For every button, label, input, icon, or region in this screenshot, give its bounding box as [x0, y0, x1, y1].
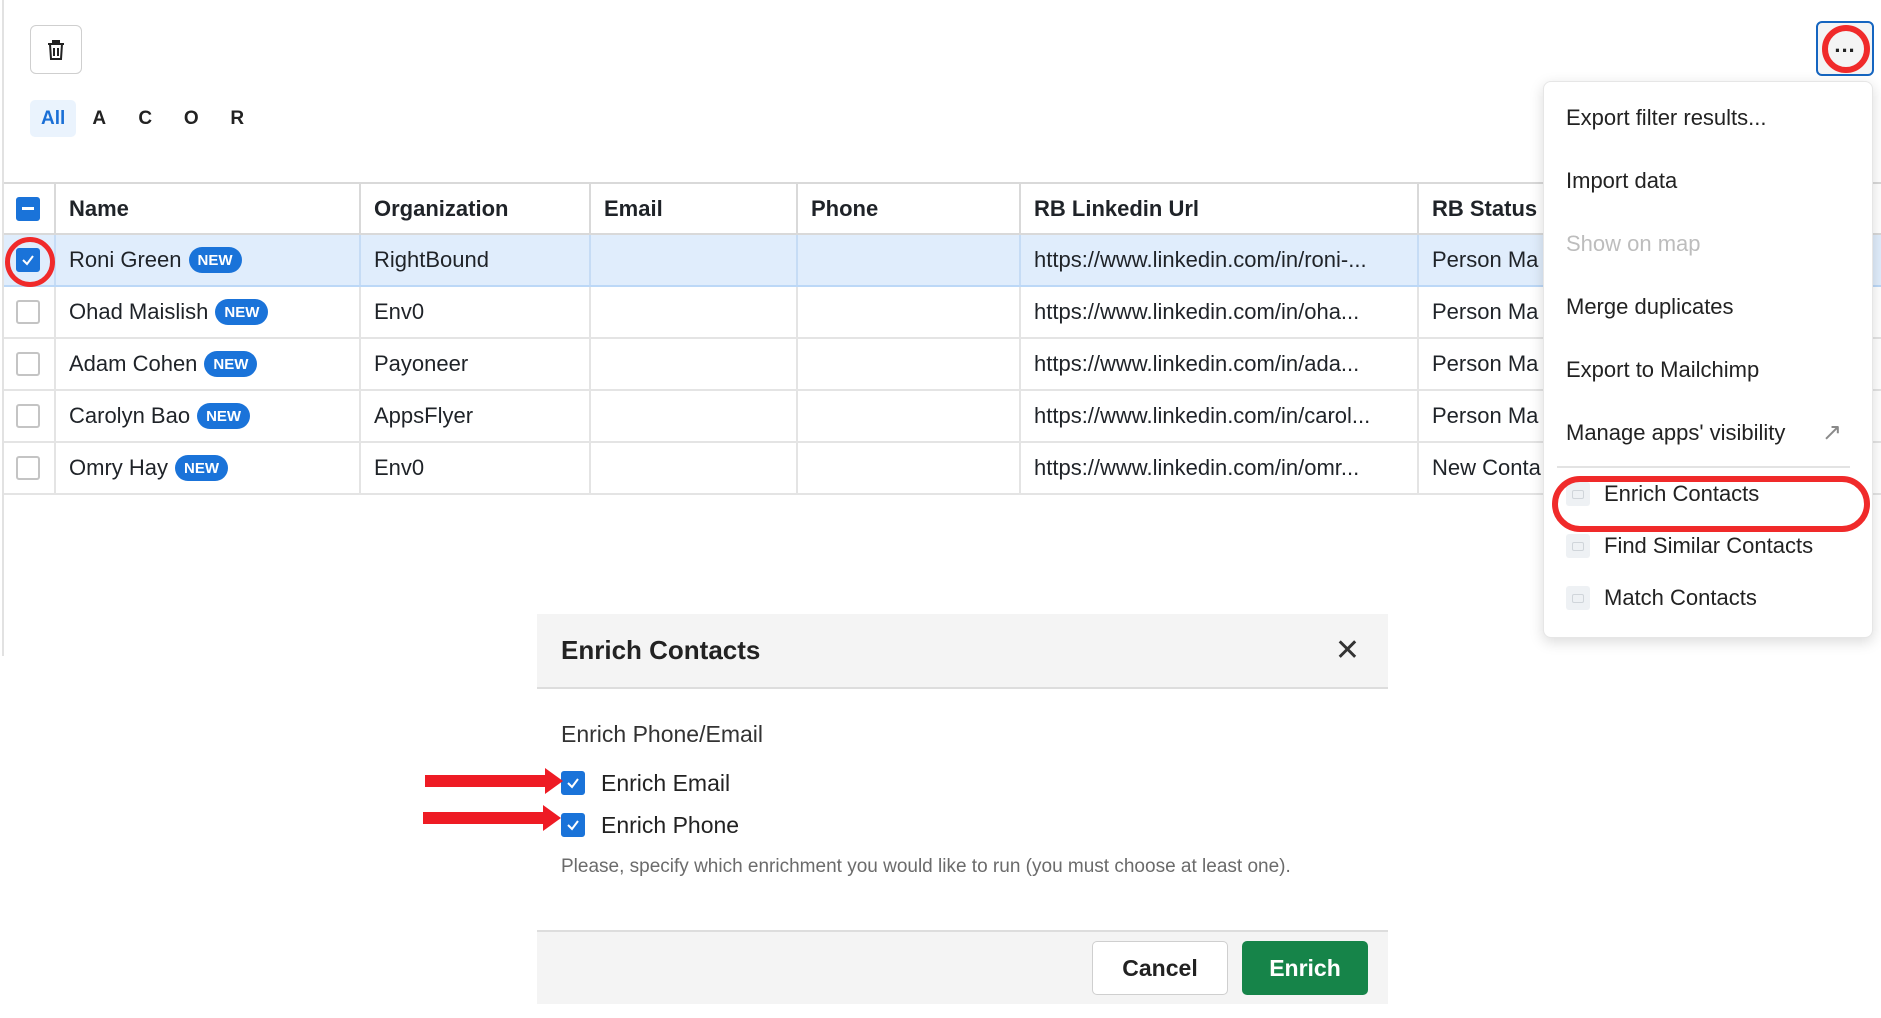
- app-icon: [1566, 534, 1590, 558]
- more-actions-menu: Export filter results... Import data Sho…: [1543, 81, 1873, 638]
- letter-filter-a[interactable]: A: [76, 100, 122, 137]
- dialog-header: Enrich Contacts ✕: [537, 614, 1388, 689]
- menu-item-label: Match Contacts: [1604, 585, 1757, 610]
- menu-item-show-on-map: Show on map: [1566, 230, 1701, 256]
- contact-phone: [798, 391, 1021, 441]
- new-badge: NEW: [188, 247, 242, 273]
- annotation-arrow: [425, 768, 563, 794]
- contact-linkedin-url[interactable]: https://www.linkedin.com/in/ada...: [1021, 339, 1419, 389]
- letter-filter-r[interactable]: R: [214, 100, 260, 137]
- contact-organization: Env0: [361, 443, 591, 493]
- new-badge: NEW: [204, 351, 258, 377]
- select-all-checkbox[interactable]: [16, 196, 40, 221]
- dialog-footer: Cancel Enrich: [537, 930, 1388, 1004]
- row-checkbox[interactable]: [16, 300, 40, 324]
- letter-filter-c[interactable]: C: [122, 100, 168, 137]
- contact-phone: [798, 339, 1021, 389]
- contact-phone: [798, 287, 1021, 337]
- enrich-button[interactable]: Enrich: [1242, 941, 1368, 995]
- checkmark-icon: [567, 820, 579, 831]
- contact-email: [591, 443, 798, 493]
- more-actions-button[interactable]: ...: [1816, 21, 1874, 76]
- trash-icon: [48, 39, 64, 60]
- column-header-linkedin-url[interactable]: RB Linkedin Url: [1021, 184, 1419, 233]
- row-checkbox[interactable]: [16, 248, 40, 272]
- contact-name[interactable]: Roni Green: [69, 247, 182, 273]
- enrich-phone-option[interactable]: Enrich Phone: [561, 804, 1364, 846]
- menu-item-import-data[interactable]: Import data: [1544, 149, 1872, 212]
- contact-email: [591, 287, 798, 337]
- dialog-title: Enrich Contacts: [561, 635, 761, 665]
- contact-email: [591, 339, 798, 389]
- contact-organization: Payoneer: [361, 339, 591, 389]
- menu-item-manage-apps-visibility[interactable]: Manage apps' visibility ↗: [1544, 401, 1872, 464]
- menu-item-find-similar-contacts[interactable]: Find Similar Contacts: [1544, 520, 1872, 572]
- cancel-button[interactable]: Cancel: [1092, 941, 1228, 995]
- option-label: Enrich Email: [601, 769, 731, 796]
- menu-item-label: Manage apps' visibility: [1566, 419, 1786, 445]
- letter-filter-all[interactable]: All: [30, 100, 77, 137]
- column-header-phone[interactable]: Phone: [798, 184, 1021, 233]
- new-badge: NEW: [175, 455, 228, 481]
- contact-organization: AppsFlyer: [361, 391, 591, 441]
- new-badge: NEW: [215, 299, 269, 325]
- contact-phone: [798, 235, 1021, 285]
- contact-linkedin-url[interactable]: https://www.linkedin.com/in/carol...: [1021, 391, 1419, 441]
- column-header-name[interactable]: Name: [56, 184, 361, 233]
- contact-name[interactable]: Omry Hay: [69, 455, 168, 481]
- dialog-hint: Please, specify which enrichment you wou…: [561, 856, 1291, 877]
- contact-linkedin-url[interactable]: https://www.linkedin.com/in/omr...: [1021, 443, 1419, 493]
- contact-phone: [798, 443, 1021, 493]
- menu-item-merge-duplicates[interactable]: Merge duplicates: [1544, 275, 1872, 338]
- external-arrow-icon: ↗: [1821, 419, 1842, 446]
- contact-name[interactable]: Adam Cohen: [69, 351, 197, 377]
- letter-filter-o[interactable]: O: [168, 100, 214, 137]
- new-badge: NEW: [197, 403, 251, 429]
- checkmark-icon: [567, 778, 579, 789]
- enrich-contacts-dialog: Enrich Contacts ✕ Enrich Phone/Email Enr…: [537, 614, 1388, 1004]
- checkmark-icon: [22, 255, 34, 266]
- delete-button[interactable]: [30, 25, 82, 74]
- enrich-email-checkbox[interactable]: [561, 771, 585, 795]
- row-checkbox[interactable]: [16, 404, 40, 428]
- menu-item-export-to-mailchimp[interactable]: Export to Mailchimp: [1544, 338, 1872, 401]
- menu-item-enrich-contacts[interactable]: Enrich Contacts: [1544, 468, 1872, 520]
- contact-name[interactable]: Ohad Maislish: [69, 299, 208, 325]
- menu-item-export-filter-results[interactable]: Export filter results...: [1544, 86, 1872, 149]
- dialog-body: Enrich Phone/Email Enrich Email Enrich P…: [537, 689, 1388, 882]
- menu-item-label: Enrich Contacts: [1604, 481, 1760, 506]
- annotation-arrow: [423, 805, 561, 831]
- letter-filter: All A C O R: [30, 100, 260, 137]
- contact-organization: RightBound: [361, 235, 591, 285]
- contact-name[interactable]: Carolyn Bao: [69, 403, 190, 429]
- contact-email: [591, 235, 798, 285]
- contact-linkedin-url[interactable]: https://www.linkedin.com/in/roni-...: [1021, 235, 1419, 285]
- row-checkbox[interactable]: [16, 456, 40, 480]
- menu-item-match-contacts[interactable]: Match Contacts: [1544, 572, 1872, 624]
- enrich-phone-checkbox[interactable]: [561, 813, 585, 837]
- close-icon[interactable]: ✕: [1335, 635, 1360, 666]
- section-label: Enrich Phone/Email: [561, 721, 763, 747]
- ellipsis-icon: ...: [1834, 31, 1856, 57]
- row-checkbox[interactable]: [16, 352, 40, 376]
- app-icon: [1566, 586, 1590, 610]
- enrich-email-option[interactable]: Enrich Email: [561, 762, 1364, 804]
- contact-organization: Env0: [361, 287, 591, 337]
- option-label: Enrich Phone: [601, 811, 740, 838]
- menu-item-label: Find Similar Contacts: [1604, 533, 1814, 558]
- column-header-organization[interactable]: Organization: [361, 184, 591, 233]
- app-icon: [1566, 482, 1590, 506]
- contact-email: [591, 391, 798, 441]
- contact-linkedin-url[interactable]: https://www.linkedin.com/in/oha...: [1021, 287, 1419, 337]
- column-header-email[interactable]: Email: [591, 184, 798, 233]
